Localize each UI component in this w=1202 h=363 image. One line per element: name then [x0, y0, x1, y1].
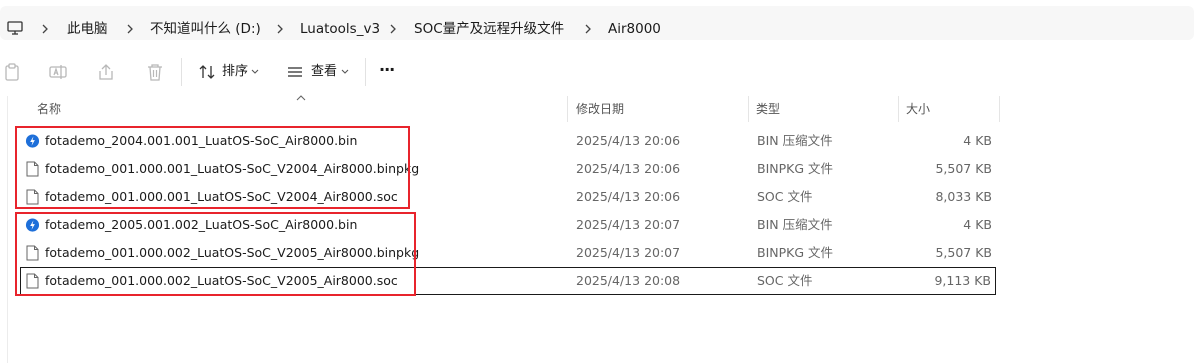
chevron-right-icon[interactable] [387, 20, 399, 38]
rename-icon[interactable] [48, 62, 68, 82]
file-type: BIN 压缩文件 [757, 217, 833, 232]
file-size: 4 KB [963, 133, 992, 148]
file-modified: 2025/4/13 20:06 [576, 133, 681, 148]
column-name[interactable]: 名称 [37, 101, 61, 117]
file-type: BINPKG 文件 [757, 245, 834, 260]
sort-ascending-icon [296, 95, 306, 101]
sort-button[interactable]: 排序 [192, 48, 264, 96]
paste-icon[interactable] [2, 62, 22, 82]
highlight-box-v2004 [15, 126, 410, 209]
column-divider[interactable] [748, 96, 749, 122]
delete-icon[interactable] [145, 62, 165, 82]
view-button[interactable]: 查看 [280, 48, 356, 96]
column-size[interactable]: 大小 [906, 101, 930, 117]
view-label: 查看 [311, 64, 338, 79]
column-header: 名称 修改日期 类型 大小 [0, 95, 1000, 122]
this-pc-icon[interactable] [6, 19, 24, 37]
file-size: 5,507 KB [935, 245, 992, 260]
command-toolbar: 排序 查看 ··· [0, 48, 1202, 96]
breadcrumb-item-luatools[interactable]: Luatools_v3 [300, 20, 380, 38]
address-bar: 此电脑 不知道叫什么 (D:) Luatools_v3 SOC量产及远程升级文件… [0, 0, 1202, 46]
chevron-down-icon [341, 69, 349, 74]
breadcrumb[interactable]: 此电脑 不知道叫什么 (D:) Luatools_v3 SOC量产及远程升级文件… [0, 6, 1194, 40]
file-modified: 2025/4/13 20:06 [576, 161, 681, 176]
file-size: 5,507 KB [935, 161, 992, 176]
file-modified: 2025/4/13 20:08 [576, 273, 681, 288]
more-options-button[interactable]: ··· [379, 61, 395, 79]
file-size: 9,113 KB [934, 273, 991, 288]
chevron-right-icon[interactable] [582, 20, 594, 38]
breadcrumb-item-soc-folder[interactable]: SOC量产及远程升级文件 [414, 20, 564, 38]
chevron-down-icon [251, 69, 259, 74]
sort-label: 排序 [222, 64, 249, 79]
file-size: 4 KB [963, 217, 992, 232]
file-modified: 2025/4/13 20:06 [576, 189, 681, 204]
column-divider[interactable] [898, 96, 899, 122]
breadcrumb-item-this-pc[interactable]: 此电脑 [67, 20, 108, 38]
toolbar-divider [181, 58, 182, 86]
share-icon[interactable] [96, 62, 116, 82]
file-modified: 2025/4/13 20:07 [576, 245, 681, 260]
toolbar-divider [365, 58, 366, 86]
file-type: BIN 压缩文件 [757, 133, 833, 148]
file-type: BINPKG 文件 [757, 161, 834, 176]
file-type: SOC 文件 [757, 273, 813, 288]
column-modified[interactable]: 修改日期 [576, 101, 624, 117]
pane-divider [7, 96, 8, 363]
column-divider[interactable] [999, 96, 1000, 122]
chevron-right-icon[interactable] [274, 20, 286, 38]
file-type: SOC 文件 [757, 189, 813, 204]
breadcrumb-item-air8000[interactable]: Air8000 [608, 20, 661, 38]
column-type[interactable]: 类型 [756, 101, 780, 117]
chevron-right-icon[interactable] [124, 20, 136, 38]
column-divider[interactable] [567, 96, 568, 122]
breadcrumb-item-drive-d[interactable]: 不知道叫什么 (D:) [150, 20, 261, 38]
file-modified: 2025/4/13 20:07 [576, 217, 681, 232]
file-size: 8,033 KB [935, 189, 992, 204]
view-list-icon [288, 67, 302, 77]
sort-icon [199, 65, 215, 79]
highlight-box-v2005 [15, 212, 416, 296]
chevron-right-icon[interactable] [39, 20, 51, 38]
